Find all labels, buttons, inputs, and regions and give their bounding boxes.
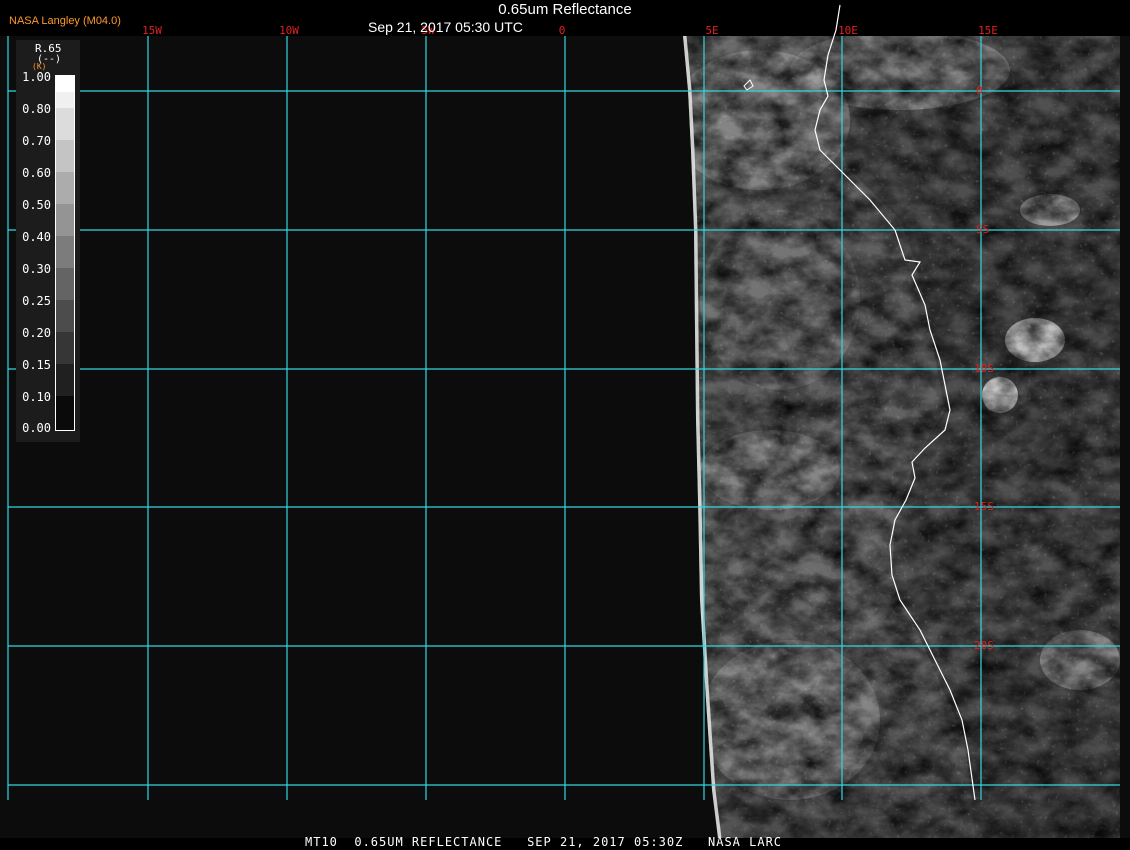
colorbar-tick-label: 0.00 [22, 421, 51, 435]
agency-label: NASA Langley (M04.0) [9, 15, 121, 27]
image-footer: MT10 0.65UM REFLECTANCE SEP 21, 2017 05:… [305, 835, 783, 849]
lon-label-5e: 5E [705, 24, 718, 37]
colorbar-tick-label: 0.15 [22, 358, 51, 372]
lon-label-10e: 10E [838, 24, 858, 37]
colorbar-tick-label: 0.60 [22, 166, 51, 180]
colorbar-tick-label: 0.25 [22, 294, 51, 308]
colorbar-tick-label: 0.10 [22, 390, 51, 404]
colorbar-tick-label: 0.40 [22, 230, 51, 244]
lat-label-5s: 5S [976, 223, 989, 236]
lat-label-10s: 10S [974, 362, 994, 375]
lon-label-0: 0 [559, 24, 566, 37]
lon-label-10w: 10W [279, 24, 299, 37]
colorbar-tick-label: 0.70 [22, 134, 51, 148]
colorbar-tick-label: 0.30 [22, 262, 51, 276]
colorbar-frame [55, 75, 75, 431]
lat-label-15s: 15S [974, 500, 994, 513]
colorbar-tick-label: 0.50 [22, 198, 51, 212]
colorbar-tick-label: 1.00 [22, 70, 51, 84]
lat-label-0: 0 [976, 84, 983, 97]
image-datetime: Sep 21, 2017 05:30 UTC [368, 19, 523, 35]
colorbar-legend: R.65 (--) (K) 1.00 0.80 0.70 0.60 0.50 0… [16, 40, 80, 442]
colorbar-tick-label: 0.20 [22, 326, 51, 340]
lon-label-15e: 15E [978, 24, 998, 37]
lon-label-15w: 15W [142, 24, 162, 37]
page-title: 0.65um Reflectance [498, 1, 632, 18]
satellite-imagery [683, 36, 1120, 838]
colorbar-tick-label: 0.80 [22, 102, 51, 116]
satellite-map: 15W 10W 5W 0 5E 10E 15E 0 5S 10S 15S 20S [0, 4, 1130, 838]
lat-label-20s: 20S [974, 639, 994, 652]
satellite-map-view: { "header": { "title": "0.65um Reflectan… [0, 0, 1130, 850]
longitude-labels: 15W 10W 5W 0 5E 10E 15E [142, 24, 998, 37]
